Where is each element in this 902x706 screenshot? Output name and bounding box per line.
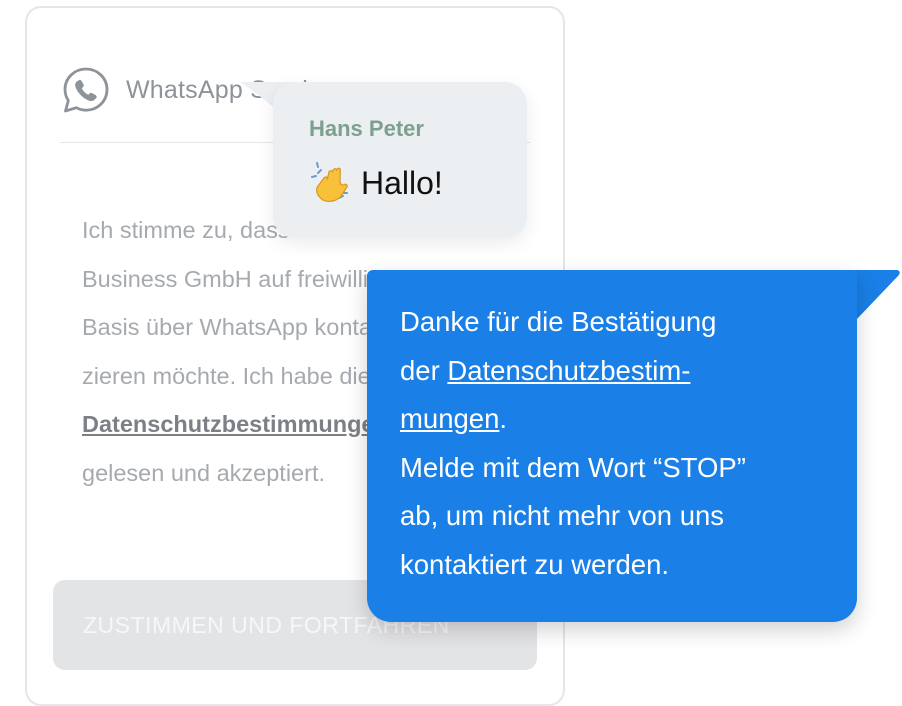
message-line: Melde mit dem Wort “STOP” <box>400 451 746 483</box>
incoming-message: Hallo! <box>309 162 443 204</box>
incoming-message-bubble: Hans Peter Hallo! <box>273 82 527 238</box>
consent-line: zieren möchte. Ich habe die <box>82 362 371 389</box>
privacy-policy-link[interactable]: mungen <box>400 403 499 434</box>
whatsapp-icon <box>63 67 109 113</box>
privacy-policy-link[interactable]: Datenschutzbestim- <box>447 355 690 386</box>
consent-line: Business GmbH auf freiwilliger <box>82 265 402 292</box>
message-text: der <box>400 354 448 386</box>
message-line: der Datenschutzbestim- <box>400 347 850 396</box>
consent-text: Ich stimme zu, dass mich die Business Gm… <box>82 206 417 497</box>
privacy-policy-link[interactable]: Datenschutzbestimmungen <box>82 400 389 449</box>
outgoing-message-bubble: Danke für die Bestätigung der Datenschut… <box>367 270 857 622</box>
incoming-message-text: Hallo! <box>361 164 443 201</box>
message-line: mungen. <box>400 395 850 444</box>
outgoing-message: Danke für die Bestätigung der Datenschut… <box>400 298 850 589</box>
message-line: kontaktiert zu werden. <box>400 548 670 580</box>
consent-line: Basis über WhatsApp kontaktie- <box>82 314 417 340</box>
message-line: Danke für die Bestätigung <box>400 306 717 337</box>
waving-hand-icon <box>311 162 348 202</box>
message-line: ab, um nicht mehr von uns <box>400 500 725 531</box>
sender-name: Hans Peter <box>309 116 424 141</box>
message-text: . <box>499 403 508 434</box>
consent-line: gelesen und akzeptiert. <box>82 459 325 486</box>
